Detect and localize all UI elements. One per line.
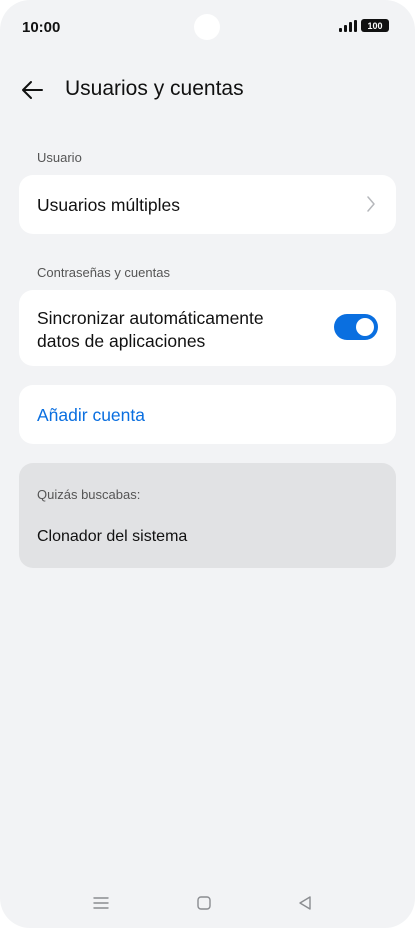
battery-icon: 100: [361, 19, 389, 32]
app-header: Usuarios y cuentas: [0, 70, 415, 110]
home-button[interactable]: [189, 890, 219, 916]
status-bar: 10:00 100: [0, 0, 415, 56]
suggestion-item[interactable]: Clonador del sistema: [37, 528, 187, 546]
sync-item[interactable]: Sincronizar automáticamente datos de apl…: [19, 290, 396, 366]
add-account-item[interactable]: Añadir cuenta: [19, 385, 396, 444]
battery-level: 100: [367, 20, 383, 31]
back-button[interactable]: [14, 70, 50, 110]
section-label-cuentas: Contraseñas y cuentas: [37, 265, 170, 280]
camera-cutout: [194, 14, 220, 40]
suggestion-label: Quizás buscabas:: [37, 487, 141, 502]
chevron-right-icon: [367, 196, 375, 212]
back-triangle-icon: [299, 896, 311, 910]
menu-icon: [93, 897, 109, 909]
section-label-usuario: Usuario: [37, 150, 82, 165]
status-icons: 100: [339, 19, 389, 32]
sync-toggle[interactable]: [334, 314, 378, 340]
multiple-users-item[interactable]: Usuarios múltiples: [19, 175, 396, 234]
home-icon: [197, 896, 211, 910]
status-time: 10:00: [22, 19, 61, 36]
signal-icon: [339, 19, 357, 32]
phone-screen: 10:00 100 Usuarios y cuentas Usuario Usu…: [0, 0, 415, 928]
navigation-bar: [0, 880, 415, 928]
add-account-label: Añadir cuenta: [37, 405, 145, 425]
arrow-left-icon: [22, 81, 43, 99]
suggestion-card: Quizás buscabas: Clonador del sistema: [19, 463, 396, 568]
sync-label-line2: datos de aplicaciones: [37, 331, 206, 351]
toggle-knob: [356, 318, 374, 336]
sync-label: Sincronizar automáticamente datos de apl…: [37, 307, 264, 353]
recents-button[interactable]: [86, 890, 116, 916]
multiple-users-label: Usuarios múltiples: [37, 195, 180, 215]
sync-label-line1: Sincronizar automáticamente: [37, 308, 264, 328]
page-title: Usuarios y cuentas: [65, 77, 244, 100]
back-nav-button[interactable]: [290, 890, 320, 916]
